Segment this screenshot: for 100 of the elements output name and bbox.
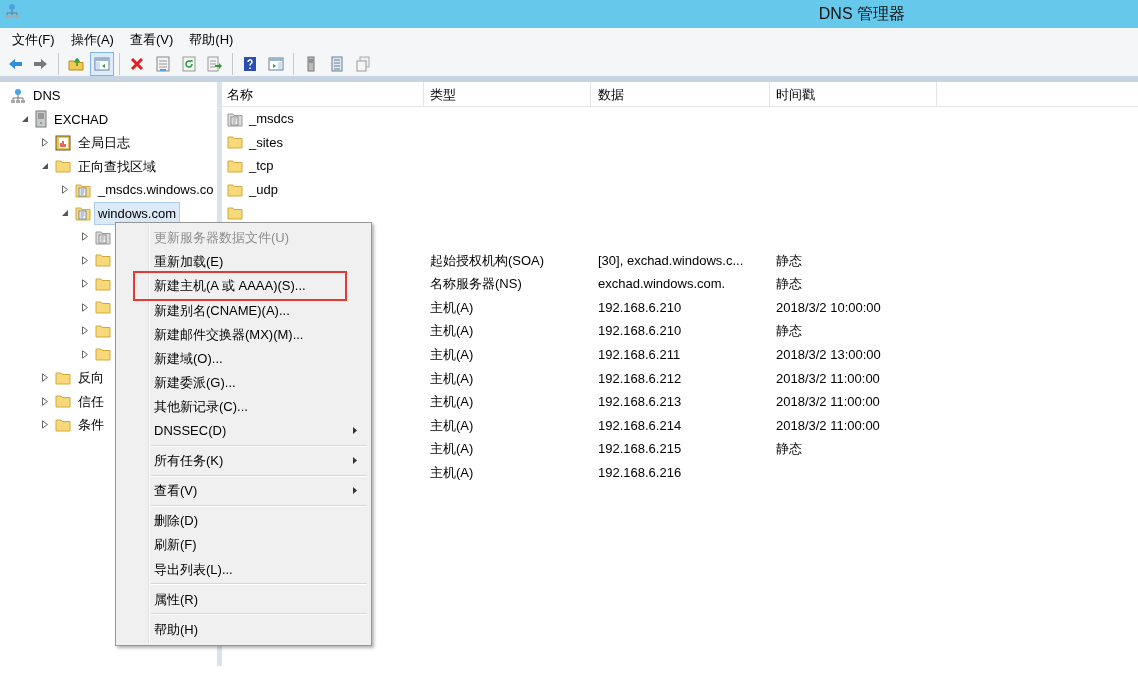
action-pane-icon	[268, 56, 284, 72]
column-header[interactable]: 类型	[424, 82, 591, 107]
table-cell: 主机(A)	[430, 299, 474, 315]
tree-item[interactable]: 信任	[74, 389, 108, 413]
expander-icon[interactable]	[41, 138, 49, 148]
tree-item[interactable]: 条件	[74, 413, 108, 437]
table-cell: 192.168.6.210	[598, 299, 682, 315]
dns-network-icon	[10, 87, 26, 104]
table-cell: 名称服务器(NS)	[430, 276, 522, 292]
expander-icon[interactable]	[61, 185, 69, 195]
table-cell: 192.168.6.216	[598, 464, 682, 480]
expander-icon[interactable]	[81, 326, 89, 336]
tree-item[interactable]: 正向查找区域	[74, 154, 160, 178]
expander-icon[interactable]	[41, 373, 49, 383]
expander-icon[interactable]	[61, 209, 69, 218]
menu-item[interactable]: 新建委派(G)...	[118, 370, 369, 395]
expander-icon[interactable]	[81, 279, 89, 289]
tree-item[interactable]: DNS	[29, 84, 65, 108]
menu-item[interactable]: 查看(V)	[121, 30, 182, 50]
folder-icon	[227, 135, 243, 150]
menu-item[interactable]: DNSSEC(D)	[118, 418, 369, 443]
folder-icon	[55, 417, 71, 432]
menu-item[interactable]: 属性(R)	[118, 587, 369, 612]
folder-icon	[55, 394, 71, 409]
table-cell: 192.168.6.215	[598, 441, 682, 457]
expander-icon[interactable]	[81, 232, 89, 242]
zone-icon	[75, 181, 91, 198]
table-cell: 静态	[776, 252, 802, 268]
export-list-icon	[207, 56, 223, 72]
window-title: DNS 管理器	[818, 4, 905, 24]
menu-item[interactable]: 刷新(F)	[118, 533, 369, 558]
table-cell: 主机(A)	[430, 394, 474, 410]
table-cell: 静态	[776, 276, 802, 292]
table-cell: [30], exchad.windows.c...	[598, 252, 744, 268]
table-cell: 2018/3/2 11:00:00	[776, 417, 880, 433]
table-cell: 2018/3/2 10:00:00	[776, 299, 881, 315]
table-cell-text: _msdcs	[249, 110, 294, 129]
table-cell-text: _sites	[249, 133, 283, 152]
table-cell: 主机(A)	[430, 370, 474, 386]
menu-item[interactable]: 重新加载(E)	[118, 250, 369, 275]
table-cell: 192.168.6.210	[598, 323, 682, 339]
tree-item[interactable]: windows.com	[94, 201, 181, 225]
tree-item[interactable]: 反向	[74, 366, 108, 390]
folder-icon	[95, 253, 111, 268]
table-cell: 主机(A)	[430, 323, 474, 339]
up-folder-icon	[68, 56, 84, 72]
zone-icon	[95, 228, 111, 245]
log-book-icon	[55, 134, 71, 151]
tree-item[interactable]: 全局日志	[74, 131, 134, 155]
menu-item[interactable]: 帮助(H)	[181, 30, 242, 50]
menu-item[interactable]: 新建主机(A 或 AAAA)(S)...	[118, 274, 369, 299]
menu-item[interactable]: 所有任务(K)	[118, 448, 369, 473]
menu-item[interactable]: 新建邮件交换器(MX)(M)...	[118, 322, 369, 347]
menu-item[interactable]: 导出列表(L)...	[118, 557, 369, 582]
refresh-icon	[181, 56, 197, 72]
menu-item[interactable]: 操作(A)	[62, 30, 122, 50]
column-header[interactable]: 名称	[222, 82, 424, 107]
copy-icon	[355, 56, 371, 72]
tree-item[interactable]: EXCHAD	[50, 107, 113, 131]
back-icon	[7, 56, 23, 72]
folder-icon	[95, 300, 111, 315]
expander-icon[interactable]	[41, 420, 49, 430]
table-cell: 192.168.6.212	[598, 370, 682, 386]
folder-icon	[95, 347, 111, 362]
table-cell: 192.168.6.214	[598, 417, 682, 433]
table-cell: 主机(A)	[430, 464, 474, 480]
folder-icon	[55, 370, 71, 385]
table-cell: 静态	[776, 323, 802, 339]
column-header[interactable]: 数据	[591, 82, 770, 107]
column-header[interactable]: 时间戳	[770, 82, 937, 107]
expander-icon[interactable]	[81, 255, 89, 265]
menu-item[interactable]: 帮助(H)	[118, 617, 369, 642]
table-cell-text: _tcp	[249, 157, 274, 176]
menu-item[interactable]: 文件(F)	[4, 30, 63, 50]
folder-icon	[227, 182, 243, 197]
expander-icon[interactable]	[41, 396, 49, 406]
table-cell: 主机(A)	[430, 417, 474, 433]
menu-item[interactable]: 新建别名(CNAME)(A)...	[118, 298, 369, 323]
properties-icon	[155, 56, 171, 72]
expander-icon[interactable]	[41, 162, 49, 171]
menu-item[interactable]: 其他新记录(C)...	[118, 394, 369, 419]
menu-item[interactable]: 查看(V)	[118, 478, 369, 504]
table-cell: 静态	[776, 441, 802, 457]
forward-icon	[33, 56, 49, 72]
menu-item[interactable]: 新建域(O)...	[118, 346, 369, 371]
zone-icon	[75, 205, 91, 222]
table-cell: 2018/3/2 11:00:00	[776, 394, 880, 410]
table-cell: 2018/3/2 11:00:00	[776, 370, 880, 386]
table-cell: 主机(A)	[430, 441, 474, 457]
server-icon	[35, 110, 47, 129]
folder-icon	[95, 276, 111, 291]
table-cell: 2018/3/2 13:00:00	[776, 347, 881, 362]
expander-icon[interactable]	[81, 349, 89, 359]
tree-item[interactable]: _msdcs.windows.co	[94, 178, 217, 202]
expander-icon[interactable]	[21, 115, 29, 124]
folder-icon	[55, 159, 71, 174]
console-tree-icon	[94, 56, 110, 72]
table-cell-text: _udp	[249, 180, 278, 199]
expander-icon[interactable]	[81, 302, 89, 312]
menu-item[interactable]: 删除(D)	[118, 509, 369, 534]
